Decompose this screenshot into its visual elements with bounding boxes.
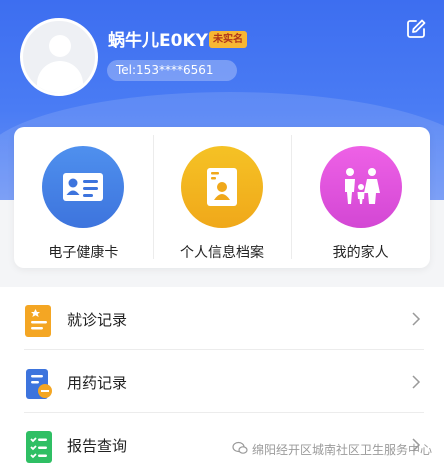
verification-badge[interactable]: 未实名: [209, 31, 247, 48]
card-label-my-family: 我的家人: [332, 245, 389, 261]
medication-record-icon: [23, 366, 55, 402]
menu-label-report-query: 报告查询: [67, 437, 128, 455]
avatar[interactable]: [20, 18, 98, 96]
card-my-family[interactable]: 我的家人: [291, 127, 430, 268]
report-icon: [23, 429, 55, 465]
watermark: 绵阳经开区城南社区卫生服务中心: [232, 440, 432, 458]
family-icon: [319, 146, 402, 228]
username: 蜗牛儿E0KY: [108, 31, 208, 51]
edit-icon[interactable]: [405, 18, 427, 40]
id-card-icon: [42, 146, 125, 228]
visit-record-icon: [23, 303, 55, 339]
card-health-card[interactable]: 电子健康卡: [14, 127, 153, 268]
card-label-health-card: 电子健康卡: [48, 245, 119, 261]
menu-label-medication-records: 用药记录: [67, 374, 128, 392]
watermark-text: 绵阳经开区城南社区卫生服务中心: [251, 442, 432, 457]
menu-label-visit-records: 就诊记录: [67, 311, 128, 329]
profile-file-icon: [181, 146, 263, 228]
card-label-personal-profile: 个人信息档案: [180, 245, 264, 261]
card-personal-profile[interactable]: 个人信息档案: [152, 127, 292, 268]
chevron-right-icon: [411, 311, 421, 327]
menu-item-visit-records[interactable]: 就诊记录: [0, 287, 444, 350]
wechat-icon: [232, 441, 248, 458]
quick-access-card: 电子健康卡 个人信息档案 我的家人: [14, 127, 430, 268]
menu-item-medication-records[interactable]: 用药记录: [0, 350, 444, 413]
chevron-right-icon: [411, 374, 421, 390]
phone-number: Tel:153****6561: [107, 60, 237, 81]
